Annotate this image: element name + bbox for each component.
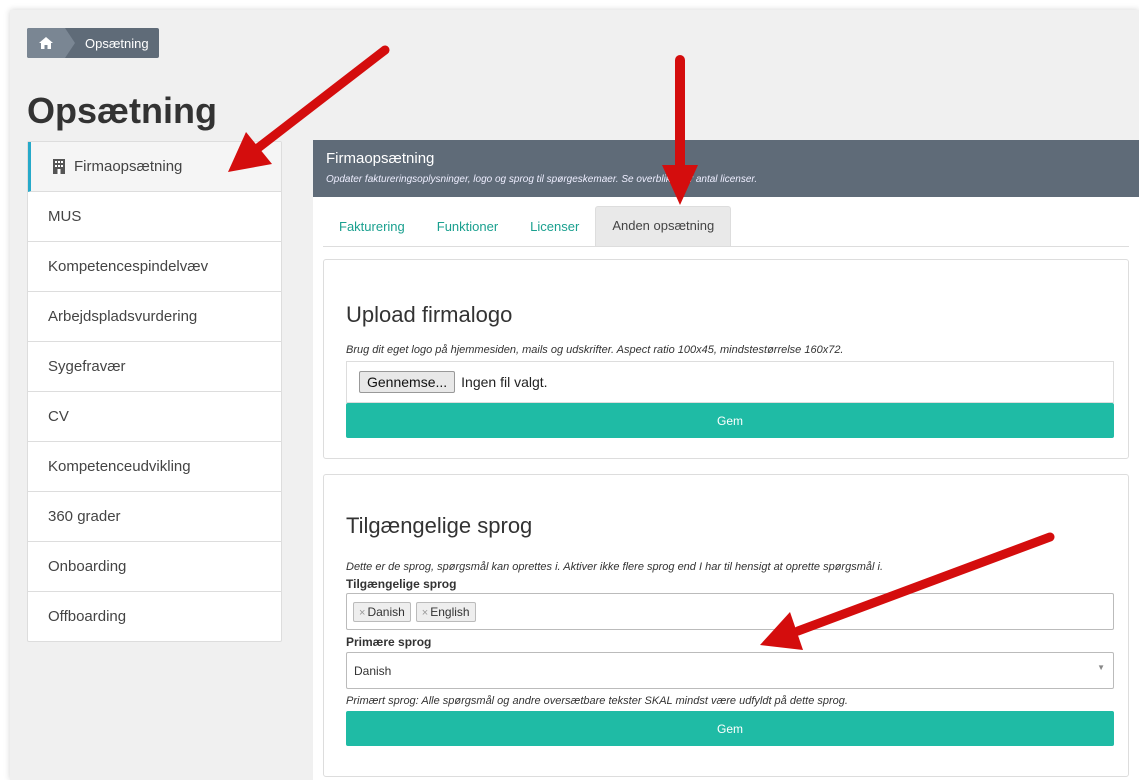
save-languages-button[interactable]: Gem	[346, 711, 1114, 746]
tab-licenser[interactable]: Licenser	[514, 207, 595, 246]
sidebar-item-label: CV	[48, 408, 69, 425]
chevron-down-icon: ▼	[1097, 663, 1105, 672]
sidebar-item-label: Offboarding	[48, 608, 127, 625]
sidebar-item-label: Firmaopsætning	[74, 158, 183, 175]
sidebar-item-360-grader[interactable]: 360 grader	[28, 492, 281, 542]
panel-header: Firmaopsætning Opdater faktureringsoplys…	[313, 140, 1139, 197]
tag-label: Danish	[367, 604, 405, 619]
primary-language-hint: Primært sprog: Alle spørgsmål og andre o…	[346, 695, 848, 707]
sidebar-item-onboarding[interactable]: Onboarding	[28, 542, 281, 592]
sidebar-item-label: Onboarding	[48, 558, 127, 575]
save-logo-button[interactable]: Gem	[346, 403, 1114, 438]
languages-section-title: Tilgængelige sprog	[346, 513, 533, 538]
panel-title: Firmaopsætning	[326, 150, 435, 167]
browse-button[interactable]: Gennemse...	[359, 371, 456, 393]
building-icon	[53, 159, 65, 174]
breadcrumb-home[interactable]	[27, 28, 75, 58]
page: Opsætning Opsætning Firmaopsætning MUS K…	[10, 10, 1139, 780]
file-input[interactable]: Gennemse... Ingen fil valgt.	[346, 361, 1114, 403]
languages-card: Tilgængelige sprog Dette er de sprog, sp…	[323, 474, 1129, 777]
primary-language-select[interactable]: Danish ▼	[346, 652, 1114, 689]
tab-bar: Fakturering Funktioner Licenser Anden op…	[323, 206, 1129, 247]
breadcrumb-current[interactable]: Opsætning	[65, 36, 159, 51]
logo-upload-card: Upload firmalogo Brug dit eget logo på h…	[323, 259, 1129, 459]
available-languages-input[interactable]: × Danish × English	[346, 593, 1114, 630]
sidebar-item-kompetencespindelvaev[interactable]: Kompetencespindelvæv	[28, 242, 281, 292]
page-title: Opsætning	[27, 90, 217, 131]
sidebar-item-kompetenceudvikling[interactable]: Kompetenceudvikling	[28, 442, 281, 492]
logo-section-description: Brug dit eget logo på hjemmesiden, mails…	[346, 344, 844, 356]
logo-section-title: Upload firmalogo	[346, 302, 513, 327]
tab-funktioner[interactable]: Funktioner	[421, 207, 514, 246]
sidebar-item-cv[interactable]: CV	[28, 392, 281, 442]
sidebar-item-arbejdspladsvurdering[interactable]: Arbejdspladsvurdering	[28, 292, 281, 342]
tag-label: English	[430, 604, 470, 619]
sidebar-item-label: MUS	[48, 208, 82, 225]
sidebar-item-sygefravaer[interactable]: Sygefravær	[28, 342, 281, 392]
home-icon	[39, 37, 53, 49]
sidebar-item-offboarding[interactable]: Offboarding	[28, 592, 281, 641]
remove-tag-icon[interactable]: ×	[359, 607, 365, 619]
sidebar-item-label: Sygefravær	[48, 358, 126, 375]
breadcrumb: Opsætning	[27, 28, 159, 58]
sidebar-item-label: 360 grader	[48, 508, 121, 525]
language-tag[interactable]: × English	[415, 601, 476, 622]
sidebar-item-firmaopsaetning[interactable]: Firmaopsætning	[28, 142, 281, 192]
tab-anden-opsaetning[interactable]: Anden opsætning	[595, 206, 732, 246]
sidebar-item-label: Kompetenceudvikling	[48, 458, 191, 475]
sidebar-item-label: Kompetencespindelvæv	[48, 258, 209, 275]
languages-section-description: Dette er de sprog, spørgsmål kan oprette…	[346, 561, 883, 573]
primary-language-value: Danish	[354, 663, 392, 678]
panel-body: Fakturering Funktioner Licenser Anden op…	[313, 197, 1139, 780]
sidebar: Firmaopsætning MUS Kompetencespindelvæv …	[27, 141, 282, 642]
remove-tag-icon[interactable]: ×	[422, 607, 428, 619]
sidebar-item-mus[interactable]: MUS	[28, 192, 281, 242]
sidebar-item-label: Arbejdspladsvurdering	[48, 308, 198, 325]
primary-language-label: Primære sprog	[346, 635, 432, 649]
language-tag[interactable]: × Danish	[353, 601, 411, 622]
no-file-text: Ingen fil valgt.	[461, 374, 548, 390]
panel-subtitle: Opdater faktureringsoplysninger, logo og…	[326, 174, 758, 185]
available-languages-label: Tilgængelige sprog	[346, 577, 457, 591]
tab-fakturering[interactable]: Fakturering	[323, 207, 421, 246]
